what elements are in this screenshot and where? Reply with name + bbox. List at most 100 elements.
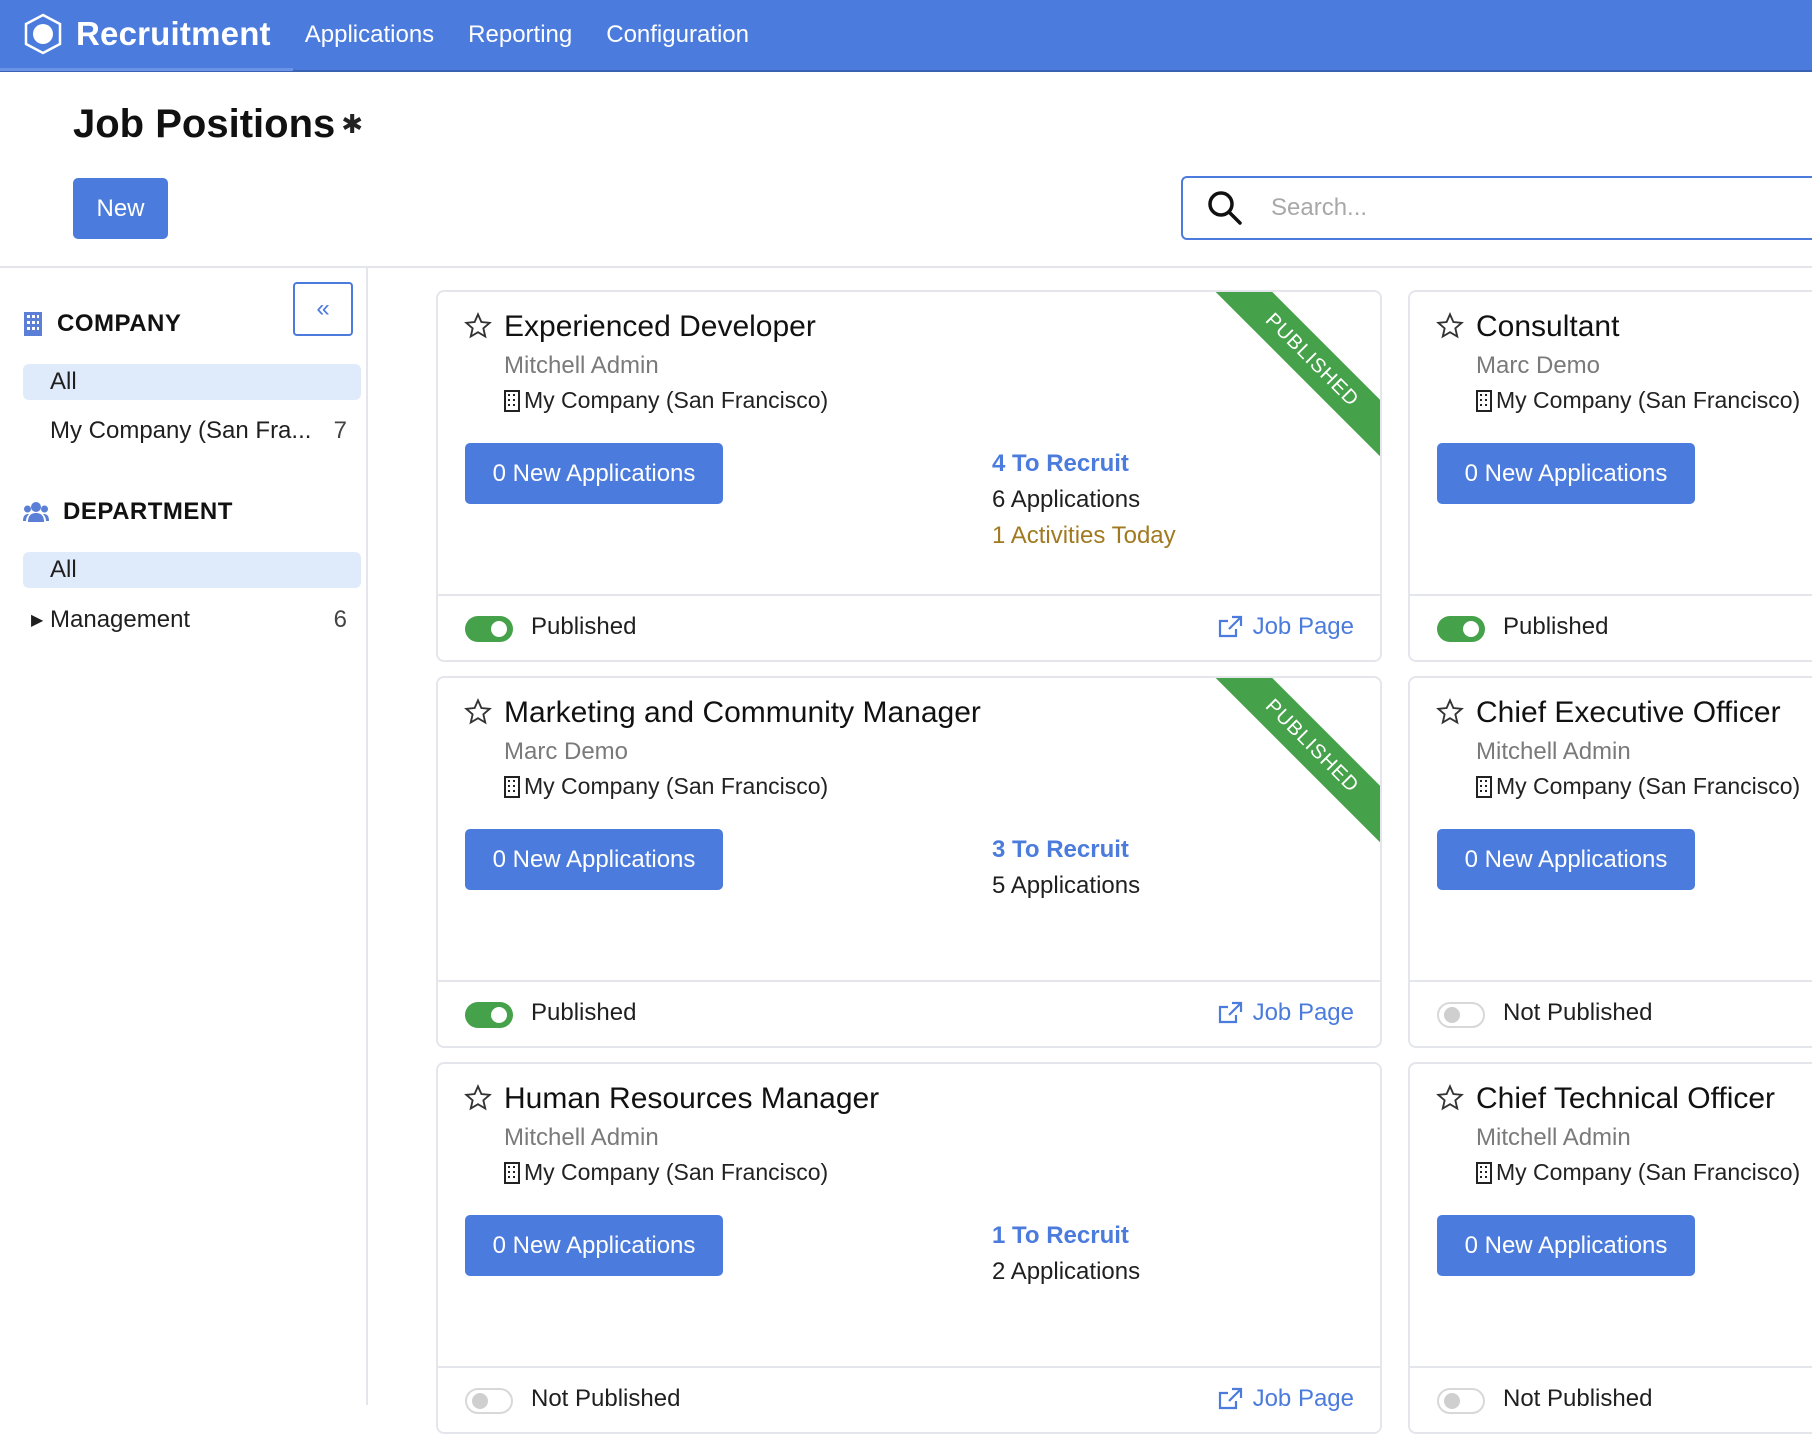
nav-reporting[interactable]: Reporting — [468, 21, 572, 49]
job-title[interactable]: Experienced Developer — [504, 310, 816, 344]
job-page-label: Job Page — [1252, 1385, 1354, 1412]
publish-status: Not Published — [531, 1385, 681, 1412]
nav-applications[interactable]: Applications — [305, 21, 434, 49]
gear-icon[interactable]: ✱ — [341, 109, 363, 140]
star-icon[interactable] — [1436, 312, 1464, 340]
job-card-consultant[interactable]: Consultant Marc Demo My Company (San Fra… — [1408, 290, 1812, 662]
department-filter-management[interactable]: ▶ Management 6 — [23, 602, 361, 638]
job-company: My Company (San Francisco) — [504, 387, 828, 414]
star-icon[interactable] — [464, 312, 492, 340]
new-applications-button[interactable]: 0 New Applications — [1437, 443, 1695, 504]
applications-link[interactable]: 6 Applications — [992, 482, 1176, 518]
job-page-link[interactable]: Job Page — [1217, 613, 1354, 641]
job-card-chief-technical-officer[interactable]: Chief Technical Officer Mitchell Admin M… — [1408, 1062, 1812, 1434]
job-title[interactable]: Human Resources Manager — [504, 1082, 879, 1116]
new-applications-button[interactable]: 0 New Applications — [1437, 829, 1695, 890]
job-stats: 4 To Recruit 6 Applications 1 Activities… — [992, 446, 1176, 554]
publish-status: Not Published — [1503, 999, 1653, 1026]
star-icon[interactable] — [464, 1084, 492, 1112]
department-section-title: DEPARTMENT — [63, 498, 233, 525]
building-icon — [504, 1161, 520, 1184]
company-filter-my-company[interactable]: My Company (San Fra... 7 — [23, 413, 361, 449]
publish-toggle[interactable] — [465, 1388, 513, 1414]
job-responsible: Mitchell Admin — [504, 352, 659, 379]
to-recruit-link[interactable]: 3 To Recruit — [992, 832, 1140, 868]
page-title: Job Positions ✱ — [73, 102, 363, 147]
card-footer: Not Published — [1410, 1366, 1812, 1432]
activities-today-link[interactable]: 1 Activities Today — [992, 518, 1176, 554]
publish-toggle[interactable] — [465, 1002, 513, 1028]
collapse-sidebar-button[interactable]: « — [293, 282, 353, 336]
page-title-text: Job Positions — [73, 102, 336, 146]
job-card-experienced-developer[interactable]: PUBLISHED Experienced Developer Mitchell… — [436, 290, 1382, 662]
job-page-link[interactable]: Job Page — [1217, 999, 1354, 1027]
new-applications-button[interactable]: 0 New Applications — [465, 1215, 723, 1276]
toggle-knob — [491, 621, 507, 637]
facet-count: 7 — [333, 417, 347, 444]
external-link-icon — [1218, 1001, 1242, 1024]
job-company-name: My Company (San Francisco) — [524, 773, 829, 799]
department-section-header: DEPARTMENT — [23, 498, 233, 526]
app-name: Recruitment — [76, 14, 271, 52]
search-bar[interactable] — [1181, 176, 1812, 240]
job-stats: 3 To Recruit 5 Applications — [992, 832, 1140, 904]
facet-count: 6 — [333, 606, 347, 633]
job-page-label: Job Page — [1252, 613, 1354, 640]
job-title[interactable]: Chief Executive Officer — [1476, 696, 1781, 730]
company-section-header: COMPANY — [23, 310, 181, 338]
new-button[interactable]: New — [73, 178, 168, 239]
job-company: My Company (San Francisco) — [504, 773, 828, 800]
external-link-icon — [1218, 615, 1242, 638]
to-recruit-link[interactable]: 4 To Recruit — [992, 446, 1176, 482]
job-title[interactable]: Marketing and Community Manager — [504, 696, 981, 730]
department-filter-all[interactable]: All — [23, 552, 361, 588]
facet-label: My Company (San Fra... — [50, 417, 312, 444]
card-footer: Published Job Page — [438, 594, 1380, 660]
external-link-icon — [1218, 1387, 1242, 1410]
publish-toggle[interactable] — [1437, 616, 1485, 642]
publish-toggle[interactable] — [1437, 1388, 1485, 1414]
search-icon — [1208, 191, 1242, 225]
toggle-knob — [1463, 621, 1479, 637]
publish-toggle[interactable] — [1437, 1002, 1485, 1028]
job-title[interactable]: Chief Technical Officer — [1476, 1082, 1775, 1116]
job-card-marketing-community-manager[interactable]: PUBLISHED Marketing and Community Manage… — [436, 676, 1382, 1048]
star-icon[interactable] — [1436, 1084, 1464, 1112]
company-filter-all[interactable]: All — [23, 364, 361, 400]
nav-configuration[interactable]: Configuration — [606, 21, 749, 49]
job-responsible: Mitchell Admin — [1476, 1124, 1631, 1151]
job-card-human-resources-manager[interactable]: Human Resources Manager Mitchell Admin M… — [436, 1062, 1382, 1434]
publish-toggle[interactable] — [465, 616, 513, 642]
job-page-link[interactable]: Job Page — [1217, 1385, 1354, 1413]
new-applications-button[interactable]: 0 New Applications — [1437, 1215, 1695, 1276]
card-footer: Not Published — [1410, 980, 1812, 1046]
new-applications-button[interactable]: 0 New Applications — [465, 443, 723, 504]
building-icon — [24, 312, 42, 336]
to-recruit-link[interactable]: 1 To Recruit — [992, 1218, 1140, 1254]
publish-status: Published — [531, 613, 637, 640]
job-card-chief-executive-officer[interactable]: Chief Executive Officer Mitchell Admin M… — [1408, 676, 1812, 1048]
star-icon[interactable] — [1436, 698, 1464, 726]
job-company-name: My Company (San Francisco) — [1496, 1159, 1801, 1185]
facet-label: All — [50, 556, 77, 583]
search-input[interactable] — [1271, 194, 1751, 222]
job-company-name: My Company (San Francisco) — [1496, 387, 1801, 413]
app-brand[interactable]: Recruitment — [0, 0, 293, 71]
caret-right-icon[interactable]: ▶ — [31, 610, 43, 630]
top-navbar: Recruitment Applications Reporting Confi… — [0, 0, 1812, 72]
applications-link[interactable]: 5 Applications — [992, 868, 1140, 904]
job-company: My Company (San Francisco) — [1476, 773, 1800, 800]
publish-status: Published — [531, 999, 637, 1026]
card-footer: Not Published Job Page — [438, 1366, 1380, 1432]
job-company: My Company (San Francisco) — [504, 1159, 828, 1186]
building-icon — [1476, 389, 1492, 412]
publish-status: Published — [1503, 613, 1609, 640]
applications-link[interactable]: 2 Applications — [992, 1254, 1140, 1290]
job-company-name: My Company (San Francisco) — [1496, 773, 1801, 799]
job-company-name: My Company (San Francisco) — [524, 1159, 829, 1185]
job-responsible: Mitchell Admin — [1476, 738, 1631, 765]
building-icon — [504, 775, 520, 798]
job-title[interactable]: Consultant — [1476, 310, 1619, 344]
new-applications-button[interactable]: 0 New Applications — [465, 829, 723, 890]
star-icon[interactable] — [464, 698, 492, 726]
